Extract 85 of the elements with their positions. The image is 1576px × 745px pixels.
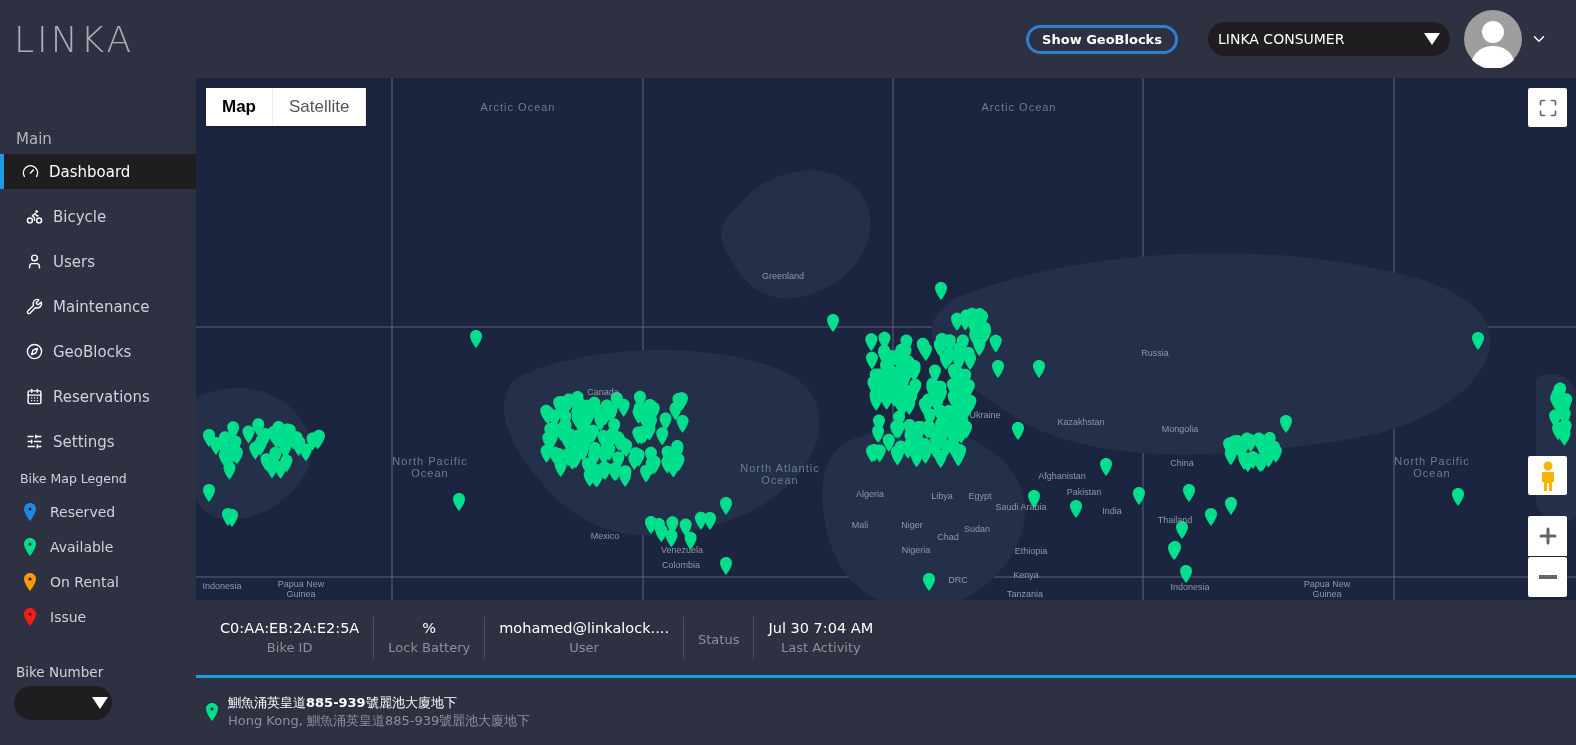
field-label: User [569,640,599,655]
map-label: Thailand [1157,516,1193,526]
map-label: Kazakhstan [1057,418,1105,428]
map-label: Ukraine [969,411,1001,421]
nav-icon [26,298,43,315]
map-label: India [1102,507,1122,517]
legend-title: Bike Map Legend [19,470,128,488]
account-select[interactable]: LINKA CONSUMER [1208,22,1450,56]
nav-item[interactable]: Dashboard [0,154,196,189]
map-label: Niger [901,521,923,531]
nav-item[interactable]: Maintenance [0,289,196,324]
nav-icon [26,388,43,405]
legend-label: Reserved [50,503,116,520]
avatar-icon[interactable] [1464,10,1522,68]
address-subtitle: Hong Kong, 鰂魚涌英皇道885-939號麗池大廈地下 [228,711,531,730]
map-label: Kenya [1013,571,1039,581]
nav-item[interactable]: Bicycle [0,199,196,234]
map-label: North Pacific Ocean [1394,454,1470,480]
field-value: % [422,620,437,636]
legend-label: On Rental [50,573,119,590]
bike-number-label: Bike Number [15,663,105,682]
nav-icon [26,433,43,450]
minus-icon [1538,575,1557,579]
caret-icon [1424,33,1440,45]
nav-item[interactable]: Settings [0,424,196,459]
field-label: Status [698,632,740,647]
map-label: Algeria [856,490,884,500]
world-map-drawing[interactable] [196,78,1576,600]
map-type-tab[interactable]: Map [206,88,273,126]
legend-label: Available [50,538,114,555]
bike-number-select[interactable] [14,686,112,720]
map-label: Afghanistan [1038,472,1086,482]
map-label: Canada [587,388,619,398]
map-label: Papua New Guinea [277,580,325,600]
map-label: North Pacific Ocean [392,454,468,480]
location-pin-icon [206,702,218,721]
map-label: Indonesia [1170,583,1210,593]
nav-icon [26,343,43,360]
map-label: Sudan [964,525,990,535]
map-label: Pakistan [1066,488,1102,498]
nav-item[interactable]: Users [0,244,196,279]
map-label: Colombia [662,561,700,571]
map-label: Venezuela [661,546,703,556]
nav-item[interactable]: GeoBlocks [0,334,196,369]
map-label: Russia [1141,349,1169,359]
fullscreen-button[interactable] [1528,88,1567,127]
map-label: Saudi Arabia [995,503,1047,513]
field-value: C0:AA:EB:2A:E2:5A [220,620,360,636]
map-label: Indonesia [202,582,242,592]
section-title: Main [15,129,53,150]
map-label: Papua New Guinea [1303,580,1351,600]
zoom-in-button[interactable] [1528,516,1567,556]
logo: LINKA [14,18,135,60]
fullscreen-icon [1537,97,1558,118]
map-label: Tanzania [1007,590,1043,600]
person-icon [1539,460,1556,491]
map-label: Mali [851,521,869,531]
map-label: Greenland [762,272,804,282]
map-label: Arctic Ocean [981,100,1057,114]
map-type-tab[interactable]: Satellite [273,88,367,126]
field-value: Jul 30 7:04 AM [768,620,874,636]
map-label: Arctic Ocean [480,100,556,114]
map-label: Libya [931,492,953,502]
caret-icon [92,697,108,709]
show-geoblocks-button[interactable]: Show GeoBlocks [1026,24,1178,54]
map-label: China [1170,459,1194,469]
field-label: Last Activity [780,640,861,655]
address-title: 鰂魚涌英皇道885-939號麗池大廈地下 [228,693,458,712]
nav-icon [26,208,43,225]
map-label: North Atlantic Ocean [740,461,820,487]
field-label: Bike ID [266,640,313,655]
nav-icon [26,253,43,270]
field-label: Lock Battery [388,640,471,655]
map-label: Chad [937,533,959,543]
map-label: Nigeria [901,546,931,556]
legend-label: Issue [50,608,87,625]
nav-icon [22,163,39,180]
nav-item[interactable]: Reservations [0,379,196,414]
field-value: mohamed@linkalock.... [499,620,669,636]
map-label: Mongolia [1161,425,1199,435]
map-label: DRC [948,576,968,586]
map-label: Ethiopia [1014,547,1048,557]
map-label: Mexico [590,532,620,542]
zoom-out-button[interactable] [1528,557,1567,597]
map-label: Egypt [968,492,992,502]
